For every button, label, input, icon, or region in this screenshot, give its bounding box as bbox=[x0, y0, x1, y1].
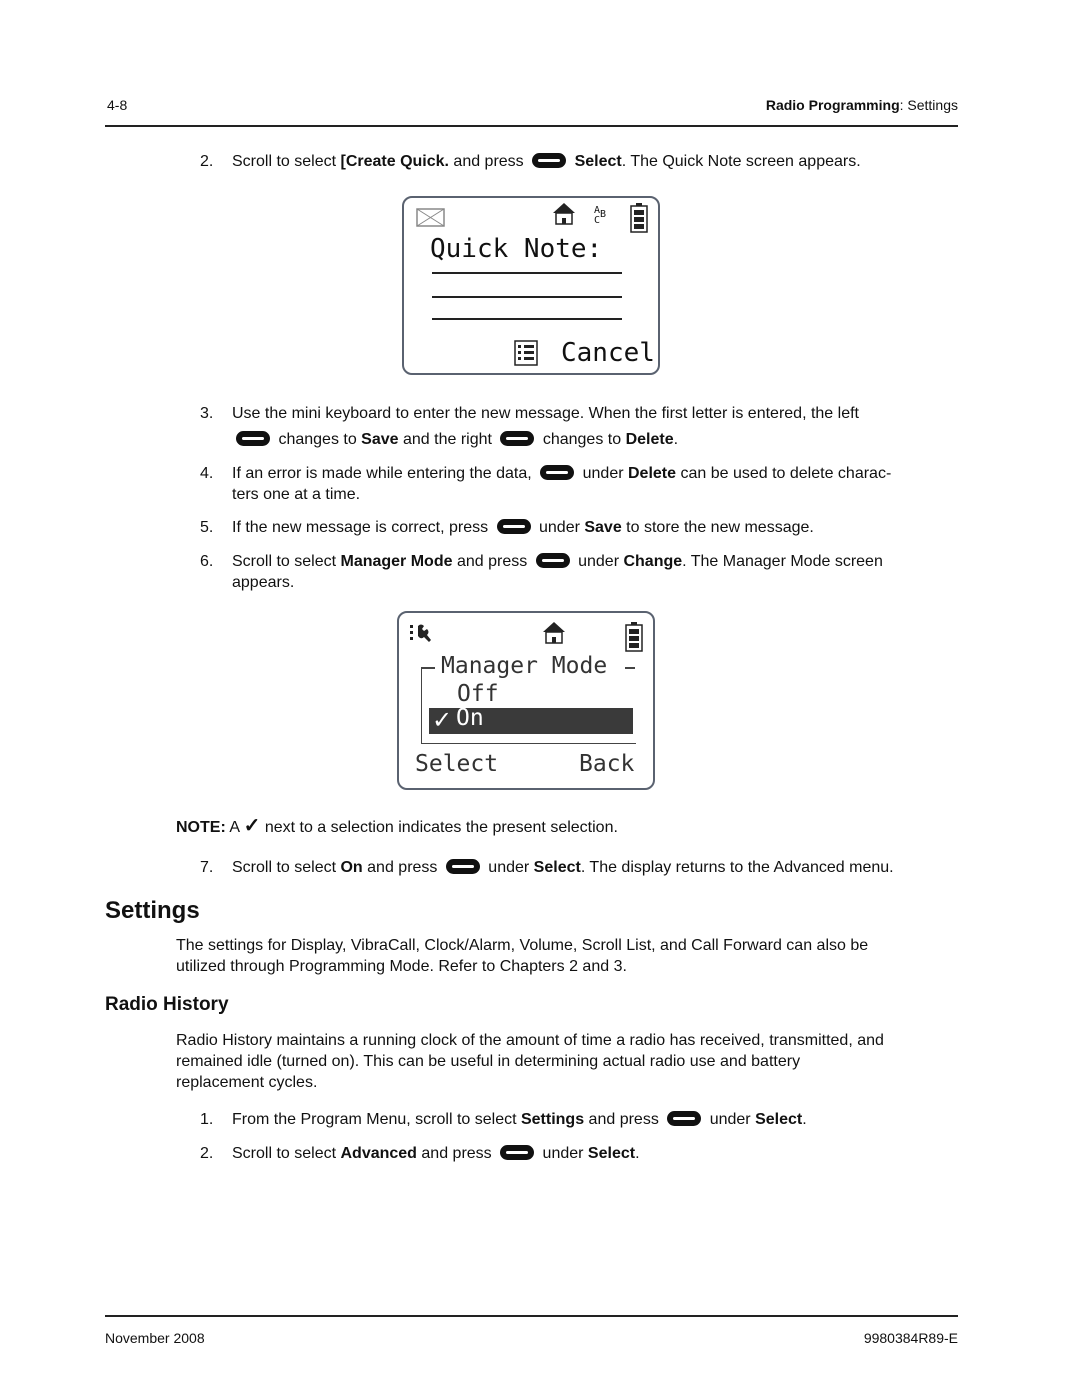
footer-rule bbox=[105, 1315, 958, 1317]
note-line-2[interactable] bbox=[432, 296, 622, 298]
battery-icon bbox=[630, 203, 648, 233]
left-softkey-icon bbox=[236, 431, 270, 446]
option-off[interactable]: Off bbox=[457, 681, 499, 707]
checkmark-icon: ✓ bbox=[243, 815, 261, 837]
softkey-button-icon bbox=[540, 465, 575, 480]
footer-date: November 2008 bbox=[105, 1330, 205, 1346]
radio-history-heading: Radio History bbox=[105, 994, 229, 1015]
note: NOTE: A ✓ next to a selection indicates … bbox=[176, 815, 618, 837]
right-softkey-icon bbox=[500, 431, 535, 446]
header-rule bbox=[105, 125, 958, 127]
softkey-button-icon bbox=[500, 1145, 535, 1160]
battery-icon bbox=[625, 622, 643, 652]
softkey-button-icon bbox=[535, 553, 570, 568]
menu-list-icon[interactable] bbox=[514, 340, 538, 366]
softkey-button-icon bbox=[667, 1111, 702, 1126]
back-softkey[interactable]: Back bbox=[579, 751, 634, 777]
radio-history-body: Radio History maintains a running clock … bbox=[176, 1032, 884, 1091]
softkey-button-icon bbox=[496, 519, 531, 534]
section-title: Settings bbox=[907, 97, 958, 113]
settings-heading: Settings bbox=[105, 897, 200, 924]
chapter-title: Radio Programming bbox=[765, 97, 900, 113]
manager-mode-title: Manager Mode bbox=[441, 653, 608, 679]
select-softkey[interactable]: Select bbox=[415, 751, 498, 777]
option-on-selected[interactable]: ✓ On bbox=[429, 705, 633, 734]
softkey-button-icon bbox=[532, 153, 567, 168]
envelope-icon bbox=[416, 208, 445, 227]
softkey-button-icon bbox=[445, 859, 480, 874]
cancel-softkey[interactable]: Cancel bbox=[561, 338, 655, 368]
manager-mode-screen: Manager Mode Off ✓ On Select Back bbox=[397, 611, 655, 790]
page-number: 4-8 bbox=[107, 97, 128, 113]
quick-note-title: Quick Note: bbox=[430, 234, 603, 264]
text-entry-mode-icon: AB C bbox=[594, 205, 607, 226]
wrench-icon bbox=[410, 624, 431, 642]
note-line-1[interactable] bbox=[432, 272, 622, 274]
footer-doc-number: 9980384R89-E bbox=[863, 1330, 958, 1346]
checkmark-icon: ✓ bbox=[432, 707, 453, 734]
quick-note-screen: AB C Quick Note: Cancel bbox=[402, 196, 660, 375]
running-header: Radio Programming: Settings bbox=[765, 97, 958, 113]
note-line-3[interactable] bbox=[432, 318, 622, 320]
home-icon bbox=[543, 622, 565, 644]
settings-body: The settings for Display, VibraCall, Clo… bbox=[176, 937, 869, 975]
home-icon bbox=[553, 203, 575, 225]
